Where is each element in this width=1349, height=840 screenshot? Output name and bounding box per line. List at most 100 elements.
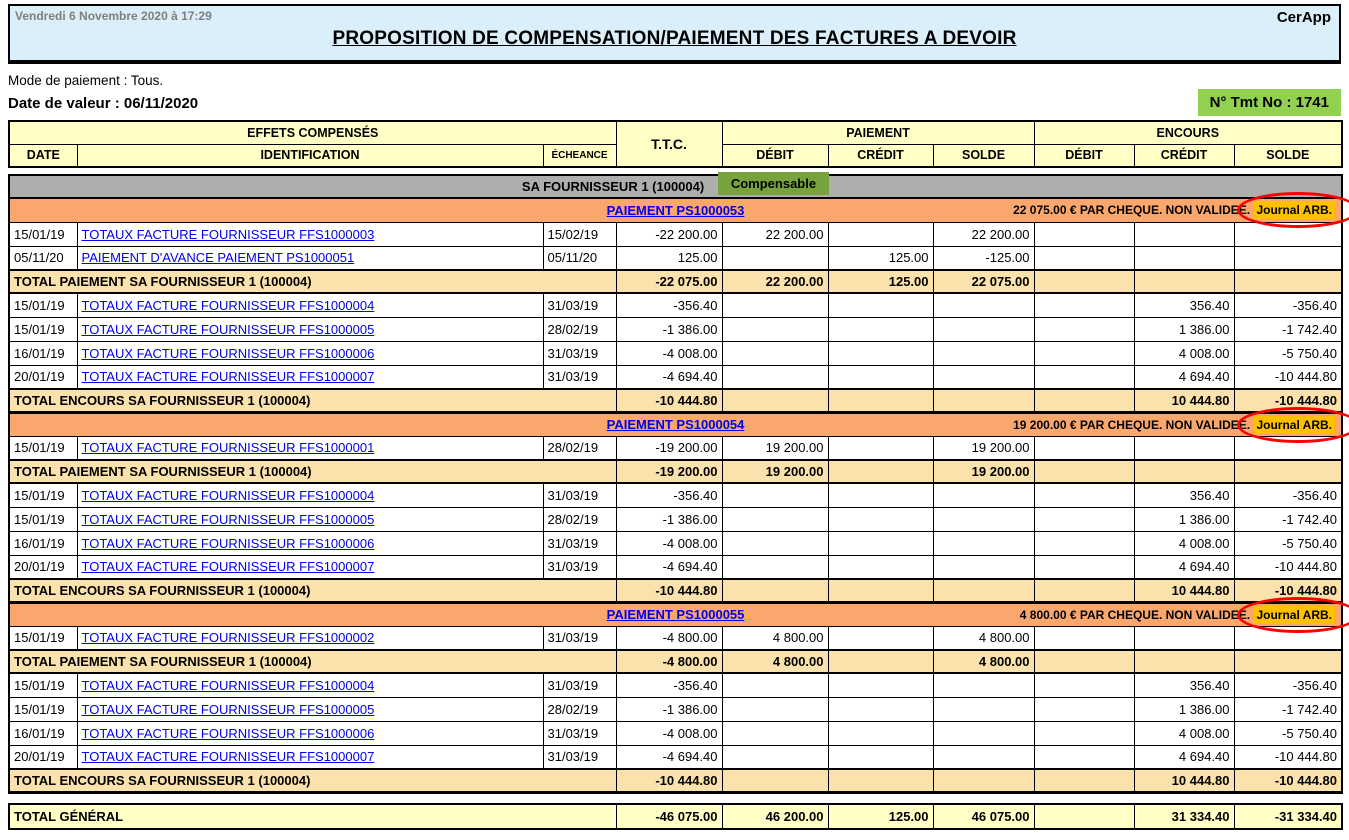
cell-echeance: 31/03/19 (543, 673, 616, 697)
cell-date: 15/01/19 (9, 293, 77, 317)
cell-encours-solde: -5 750.40 (1234, 531, 1342, 555)
cell-paiement-debit (722, 246, 828, 270)
cell-date: 16/01/19 (9, 721, 77, 745)
total-paiement-debit (722, 389, 828, 412)
cell-date: 15/01/19 (9, 436, 77, 460)
table-row: 20/01/19 TOTAUX FACTURE FOURNISSEUR FFS1… (9, 745, 1342, 769)
document-link[interactable]: TOTAUX FACTURE FOURNISSEUR FFS1000007 (82, 559, 375, 574)
cell-paiement-credit (828, 721, 933, 745)
table-row: 16/01/19 TOTAUX FACTURE FOURNISSEUR FFS1… (9, 721, 1342, 745)
total-encours-credit: 10 444.80 (1134, 579, 1234, 602)
cell-ttc: -4 008.00 (616, 531, 722, 555)
payment-note-text: 22 075.00 € PAR CHEQUE. NON VALIDEE. (1013, 203, 1250, 217)
cell-encours-credit (1134, 626, 1234, 650)
cell-paiement-debit (722, 507, 828, 531)
document-link[interactable]: TOTAUX FACTURE FOURNISSEUR FFS1000007 (82, 749, 375, 764)
header-paiement-credit: CRÉDIT (828, 144, 933, 167)
cell-paiement-solde: -125.00 (933, 246, 1034, 270)
cell-encours-debit (1034, 745, 1134, 769)
payment-link[interactable]: PAIEMENT PS1000053 (607, 203, 745, 218)
total-paiement-credit: 125.00 (828, 270, 933, 293)
cell-encours-debit (1034, 222, 1134, 246)
payment-note: 4 800.00 € PAR CHEQUE. NON VALIDEE. Jour… (1020, 608, 1335, 622)
document-link[interactable]: TOTAUX FACTURE FOURNISSEUR FFS1000003 (82, 227, 375, 242)
total-encours-debit (1034, 579, 1134, 602)
total-encours-credit: 10 444.80 (1134, 769, 1234, 792)
payment-note-text: 4 800.00 € PAR CHEQUE. NON VALIDEE. (1020, 608, 1250, 622)
total-label: TOTAL ENCOURS SA FOURNISSEUR 1 (100004) (9, 389, 616, 412)
cell-paiement-solde (933, 531, 1034, 555)
total-encours-solde: -10 444.80 (1234, 769, 1342, 792)
cell-encours-credit (1134, 222, 1234, 246)
document-link[interactable]: TOTAUX FACTURE FOURNISSEUR FFS1000006 (82, 536, 375, 551)
cell-encours-credit: 356.40 (1134, 293, 1234, 317)
cell-encours-credit: 1 386.00 (1134, 507, 1234, 531)
payment-band: PAIEMENT PS1000053 22 075.00 € PAR CHEQU… (9, 198, 1342, 222)
header-date: DATE (9, 144, 77, 167)
document-link[interactable]: TOTAUX FACTURE FOURNISSEUR FFS1000005 (82, 702, 375, 717)
cell-encours-credit: 1 386.00 (1134, 697, 1234, 721)
cell-date: 15/01/19 (9, 483, 77, 507)
payment-mode-label: Mode de paiement : Tous. (8, 73, 1341, 88)
table-row: 05/11/20 PAIEMENT D'AVANCE PAIEMENT PS10… (9, 246, 1342, 270)
cell-date: 20/01/19 (9, 555, 77, 579)
header-encours: ENCOURS (1034, 121, 1342, 144)
document-link[interactable]: TOTAUX FACTURE FOURNISSEUR FFS1000004 (82, 298, 375, 313)
total-paiement-solde (933, 389, 1034, 412)
cell-paiement-debit (722, 293, 828, 317)
cell-encours-solde: -356.40 (1234, 673, 1342, 697)
total-encours-solde (1234, 650, 1342, 673)
total-encours-solde (1234, 270, 1342, 293)
document-link[interactable]: TOTAUX FACTURE FOURNISSEUR FFS1000006 (82, 346, 375, 361)
cell-paiement-debit (722, 483, 828, 507)
cell-encours-solde: -10 444.80 (1234, 365, 1342, 389)
cell-ttc: -356.40 (616, 483, 722, 507)
document-link[interactable]: PAIEMENT D'AVANCE PAIEMENT PS1000051 (82, 250, 355, 265)
total-encours-row: TOTAL ENCOURS SA FOURNISSEUR 1 (100004) … (9, 389, 1342, 412)
cell-ttc: -4 008.00 (616, 721, 722, 745)
total-ttc: -22 075.00 (616, 270, 722, 293)
document-link[interactable]: TOTAUX FACTURE FOURNISSEUR FFS1000005 (82, 322, 375, 337)
total-encours-debit (1034, 769, 1134, 792)
cell-paiement-credit (828, 365, 933, 389)
cell-paiement-credit (828, 317, 933, 341)
total-encours-row: TOTAL ENCOURS SA FOURNISSEUR 1 (100004) … (9, 769, 1342, 792)
document-link[interactable]: TOTAUX FACTURE FOURNISSEUR FFS1000006 (82, 726, 375, 741)
document-link[interactable]: TOTAUX FACTURE FOURNISSEUR FFS1000002 (82, 630, 375, 645)
cell-paiement-credit (828, 555, 933, 579)
total-encours-row: TOTAL ENCOURS SA FOURNISSEUR 1 (100004) … (9, 579, 1342, 602)
cell-encours-debit (1034, 555, 1134, 579)
cell-paiement-solde: 4 800.00 (933, 626, 1034, 650)
cell-echeance: 31/03/19 (543, 293, 616, 317)
cell-ttc: -4 694.40 (616, 365, 722, 389)
payment-link[interactable]: PAIEMENT PS1000055 (607, 607, 745, 622)
cell-paiement-solde (933, 507, 1034, 531)
column-header-table: EFFETS COMPENSÉS T.T.C. PAIEMENT ENCOURS… (8, 120, 1343, 168)
cell-encours-solde: -5 750.40 (1234, 721, 1342, 745)
cell-encours-debit (1034, 365, 1134, 389)
document-link[interactable]: TOTAUX FACTURE FOURNISSEUR FFS1000007 (82, 369, 375, 384)
document-link[interactable]: TOTAUX FACTURE FOURNISSEUR FFS1000004 (82, 678, 375, 693)
cell-echeance: 15/02/19 (543, 222, 616, 246)
payment-note: 19 200.00 € PAR CHEQUE. NON VALIDEE. Jou… (1013, 418, 1335, 432)
cell-ttc: -4 694.40 (616, 555, 722, 579)
total-paiement-solde (933, 579, 1034, 602)
cell-date: 20/01/19 (9, 365, 77, 389)
document-link[interactable]: TOTAUX FACTURE FOURNISSEUR FFS1000005 (82, 512, 375, 527)
title-banner: Vendredi 6 Novembre 2020 à 17:29 CerApp … (8, 4, 1341, 64)
cell-encours-credit: 356.40 (1134, 483, 1234, 507)
total-paiement-credit (828, 460, 933, 483)
header-paiement-solde: SOLDE (933, 144, 1034, 167)
header-paiement: PAIEMENT (722, 121, 1034, 144)
cell-ttc: -4 800.00 (616, 626, 722, 650)
cell-paiement-debit: 19 200.00 (722, 436, 828, 460)
cell-echeance: 28/02/19 (543, 507, 616, 531)
document-link[interactable]: TOTAUX FACTURE FOURNISSEUR FFS1000001 (82, 440, 375, 455)
payment-link[interactable]: PAIEMENT PS1000054 (607, 417, 745, 432)
grand-total-paiement-solde: 46 075.00 (933, 804, 1034, 829)
total-paiement-solde: 4 800.00 (933, 650, 1034, 673)
cell-paiement-debit (722, 697, 828, 721)
cell-paiement-solde (933, 745, 1034, 769)
document-link[interactable]: TOTAUX FACTURE FOURNISSEUR FFS1000004 (82, 488, 375, 503)
cell-encours-credit: 4 694.40 (1134, 555, 1234, 579)
